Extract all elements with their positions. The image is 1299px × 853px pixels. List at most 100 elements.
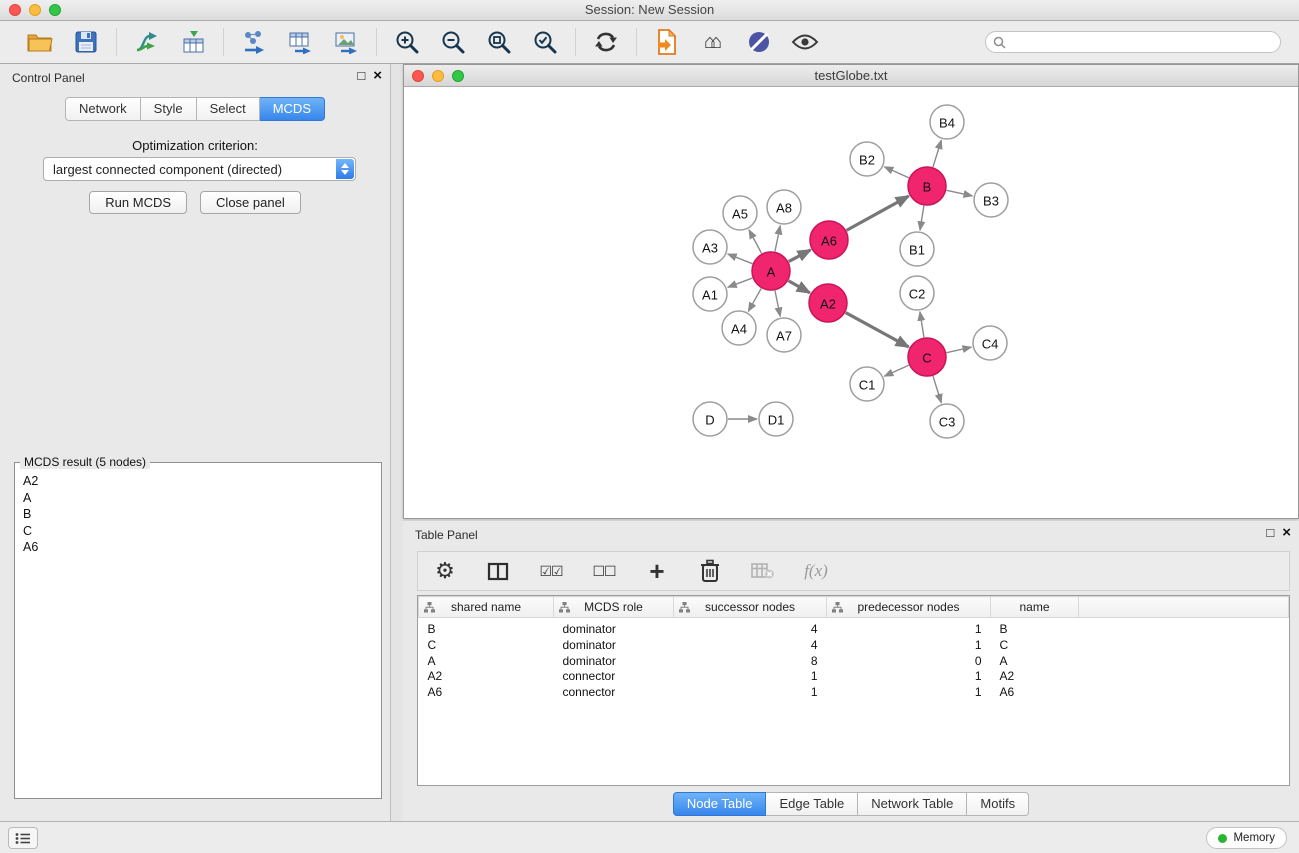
export-network-icon[interactable] (238, 26, 270, 58)
table-cell[interactable]: 1 (827, 638, 991, 654)
graph-edge[interactable] (884, 167, 908, 178)
show-columns-icon[interactable] (482, 555, 514, 587)
table-cell[interactable]: connector (554, 685, 674, 701)
table-cell[interactable]: 1 (674, 669, 827, 685)
graph-edge[interactable] (920, 312, 924, 337)
graph-edge[interactable] (847, 196, 909, 230)
table-cell[interactable]: C (419, 638, 554, 654)
table-cell[interactable]: dominator (554, 618, 674, 638)
function-builder-icon[interactable]: f(x) (800, 555, 832, 587)
table-cell[interactable]: B (419, 618, 554, 638)
tab-edge-table[interactable]: Edge Table (766, 792, 858, 816)
delete-column-icon[interactable] (694, 555, 726, 587)
table-row[interactable]: Bdominator41B (419, 618, 1289, 638)
select-all-icon[interactable]: ☑☑ (535, 555, 567, 587)
table-cell[interactable]: A6 (419, 685, 554, 701)
export-table-icon[interactable] (284, 26, 316, 58)
table-cell[interactable]: 4 (674, 618, 827, 638)
table-cell[interactable]: 1 (827, 618, 991, 638)
home-icon[interactable]: ⌂⌂ (697, 26, 729, 58)
graph-edge[interactable] (789, 250, 811, 262)
import-table-icon[interactable] (177, 26, 209, 58)
close-panel-button[interactable]: Close panel (200, 191, 301, 214)
network-canvas[interactable]: B4B2BB3A5A8A6A3B1AC2A1A2A4A7C4CC1DD1C3 (404, 88, 1298, 518)
graph-edge[interactable] (933, 140, 941, 167)
table-row[interactable]: A2connector11A2 (419, 669, 1289, 685)
table-cell[interactable]: A2 (991, 669, 1079, 685)
add-column-icon[interactable]: + (641, 555, 673, 587)
graph-edge[interactable] (933, 376, 941, 403)
column-header-successor-nodes[interactable]: successor nodes (674, 597, 827, 618)
table-cell[interactable]: A (991, 654, 1079, 670)
tab-network-table[interactable]: Network Table (858, 792, 967, 816)
run-mcds-button[interactable]: Run MCDS (89, 191, 187, 214)
graph-edge[interactable] (884, 365, 908, 376)
delete-table-icon[interactable] (747, 555, 779, 587)
graph-edge[interactable] (846, 313, 909, 347)
eye-icon[interactable] (789, 26, 821, 58)
document-icon[interactable] (651, 26, 683, 58)
graph-edge[interactable] (920, 206, 924, 230)
zoom-view-icon[interactable] (452, 70, 464, 82)
close-panel-icon[interactable]: × (373, 69, 382, 83)
column-header-shared-name[interactable]: shared name (419, 597, 554, 618)
tab-mcds[interactable]: MCDS (260, 97, 325, 121)
minimize-view-icon[interactable] (432, 70, 444, 82)
search-field[interactable] (985, 31, 1281, 53)
column-header-mcds-role[interactable]: MCDS role (554, 597, 674, 618)
minimize-window-icon[interactable] (29, 4, 41, 16)
table-cell[interactable]: 1 (827, 685, 991, 701)
refresh-icon[interactable] (590, 26, 622, 58)
table-cell[interactable]: 1 (674, 685, 827, 701)
tab-motifs[interactable]: Motifs (967, 792, 1029, 816)
graph-edge[interactable] (775, 291, 780, 317)
tab-network[interactable]: Network (65, 97, 141, 121)
dropdown-stepper-icon[interactable] (336, 159, 354, 179)
graph-edge[interactable] (788, 281, 809, 293)
table-options-icon[interactable]: ⚙ (429, 555, 461, 587)
float-panel-icon[interactable]: □ (357, 69, 365, 83)
tab-select[interactable]: Select (197, 97, 260, 121)
table-cell[interactable]: connector (554, 669, 674, 685)
table-cell[interactable]: 4 (674, 638, 827, 654)
network-window-titlebar[interactable]: testGlobe.txt (404, 65, 1298, 87)
criterion-dropdown[interactable]: largest connected component (directed) (43, 157, 356, 181)
mcds-result-item[interactable]: A6 (23, 539, 373, 556)
task-history-button[interactable] (8, 827, 38, 849)
zoom-in-icon[interactable] (391, 26, 423, 58)
table-cell[interactable]: A (419, 654, 554, 670)
table-cell[interactable]: A6 (991, 685, 1079, 701)
column-header-predecessor-nodes[interactable]: predecessor nodes (827, 597, 991, 618)
mcds-result-item[interactable]: A2 (23, 473, 373, 490)
deselect-all-icon[interactable]: ☐☐ (588, 555, 620, 587)
graph-edge[interactable] (728, 278, 753, 287)
export-image-icon[interactable] (330, 26, 362, 58)
save-session-icon[interactable] (70, 26, 102, 58)
close-window-icon[interactable] (9, 4, 21, 16)
graph-edge[interactable] (775, 226, 780, 252)
mcds-result-item[interactable]: B (23, 506, 373, 523)
graph-edge[interactable] (947, 347, 972, 353)
open-session-icon[interactable] (24, 26, 56, 58)
zoom-window-icon[interactable] (49, 4, 61, 16)
mcds-result-item[interactable]: C (23, 523, 373, 540)
zoom-fit-icon[interactable] (483, 26, 515, 58)
graph-edge[interactable] (749, 230, 762, 254)
zoom-out-icon[interactable] (437, 26, 469, 58)
table-cell[interactable]: A2 (419, 669, 554, 685)
table-cell[interactable]: 0 (827, 654, 991, 670)
table-cell[interactable]: B (991, 618, 1079, 638)
table-cell[interactable]: dominator (554, 638, 674, 654)
table-cell[interactable]: 8 (674, 654, 827, 670)
mcds-result-item[interactable]: A (23, 490, 373, 507)
tab-style[interactable]: Style (141, 97, 197, 121)
memory-button[interactable]: Memory (1206, 827, 1287, 849)
close-table-panel-icon[interactable]: × (1282, 526, 1291, 540)
table-cell[interactable]: dominator (554, 654, 674, 670)
import-network-icon[interactable] (131, 26, 163, 58)
table-row[interactable]: Cdominator41C (419, 638, 1289, 654)
vizmapper-icon[interactable] (743, 26, 775, 58)
table-row[interactable]: Adominator80A (419, 654, 1289, 670)
graph-edge[interactable] (728, 254, 753, 264)
tab-node-table[interactable]: Node Table (673, 792, 767, 816)
